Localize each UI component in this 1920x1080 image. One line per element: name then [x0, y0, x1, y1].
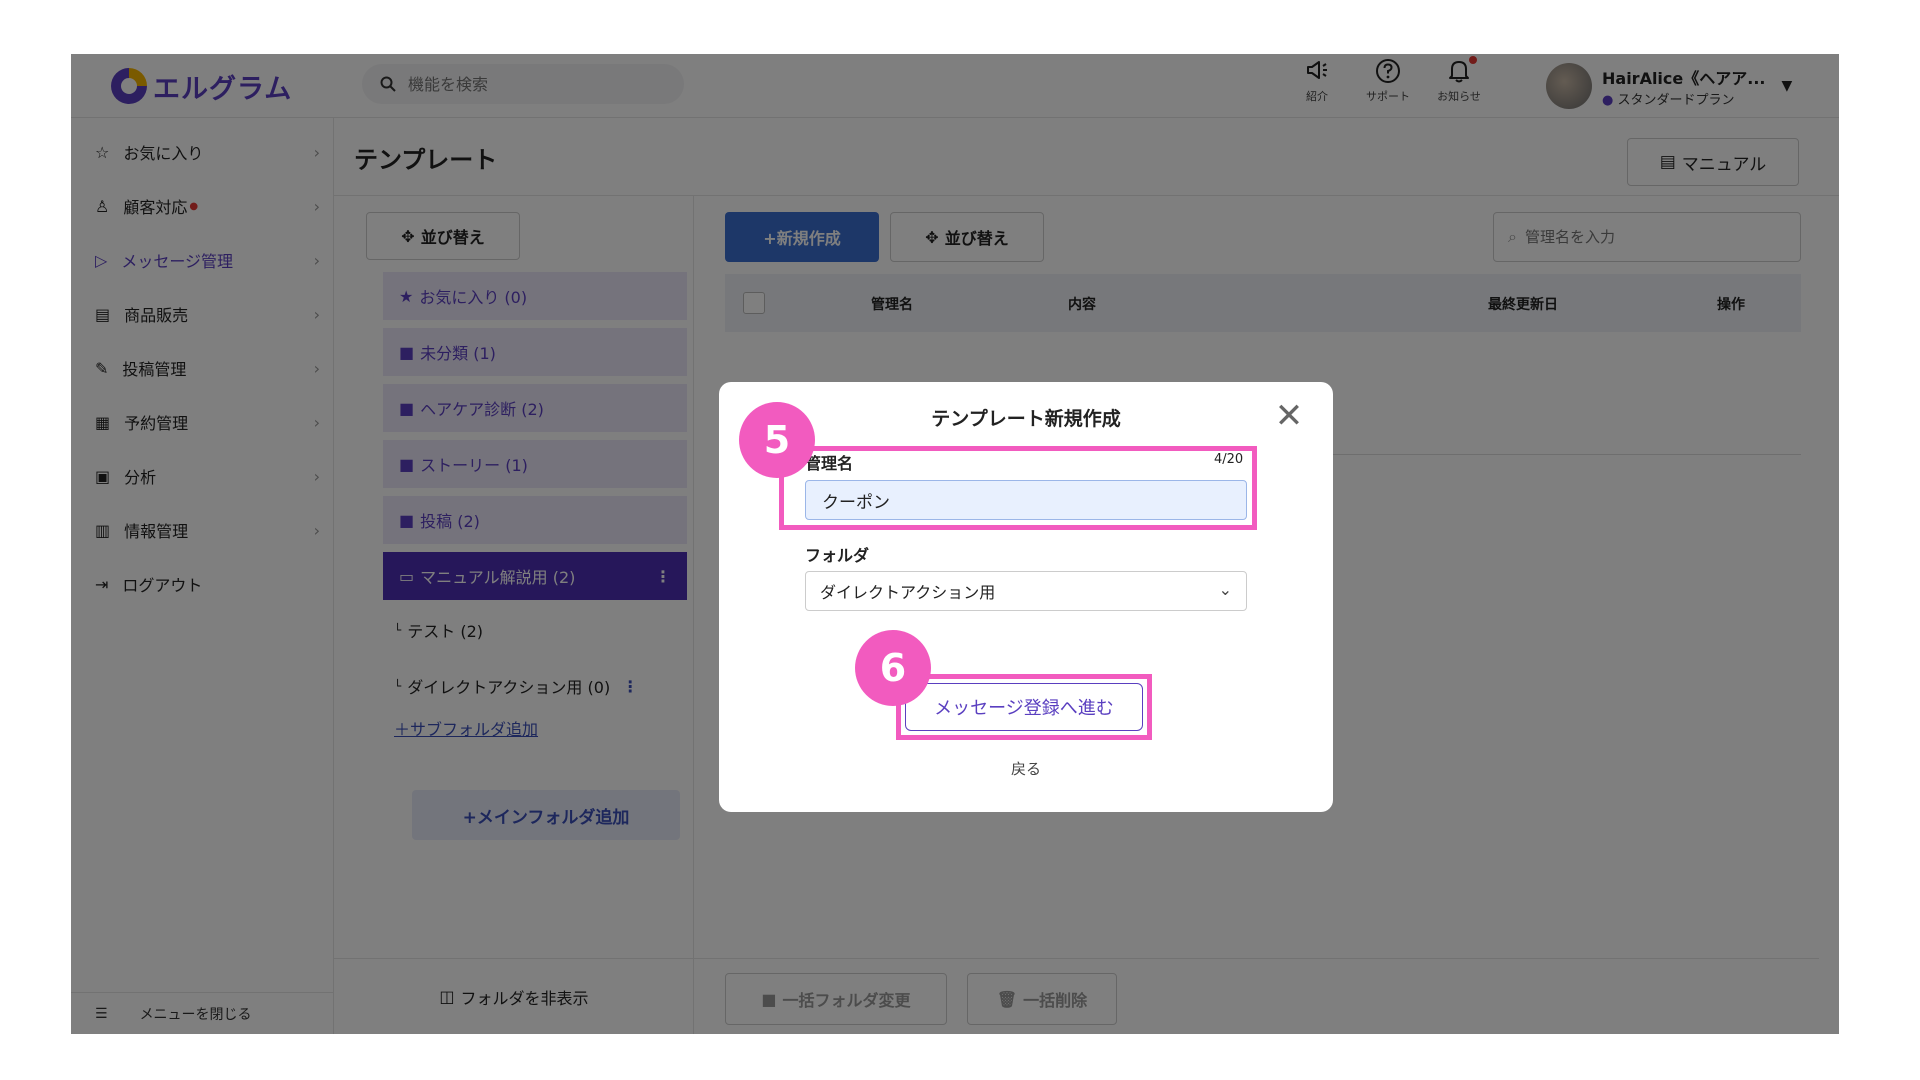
folder-select-value: ダイレクトアクション用 — [820, 583, 996, 602]
folder-select[interactable]: ダイレクトアクション用 ⌄ — [805, 571, 1247, 611]
new-template-modal: テンプレート新規作成 ✕ 管理名 4/20 フォルダ ダイレクトアクション用 ⌄… — [719, 382, 1333, 812]
close-icon[interactable]: ✕ — [1269, 396, 1309, 436]
app-frame: エルグラム 紹介 サポート お知らせ — [71, 54, 1839, 1034]
highlight-box-proceed — [896, 674, 1152, 740]
folder-field-label: フォルダ — [805, 546, 870, 565]
back-link[interactable]: 戻る — [719, 758, 1333, 779]
step-badge: 6 — [855, 630, 931, 706]
step-badge: 5 — [739, 402, 815, 478]
chevron-down-icon: ⌄ — [1218, 580, 1232, 599]
highlight-box-name — [779, 446, 1257, 530]
